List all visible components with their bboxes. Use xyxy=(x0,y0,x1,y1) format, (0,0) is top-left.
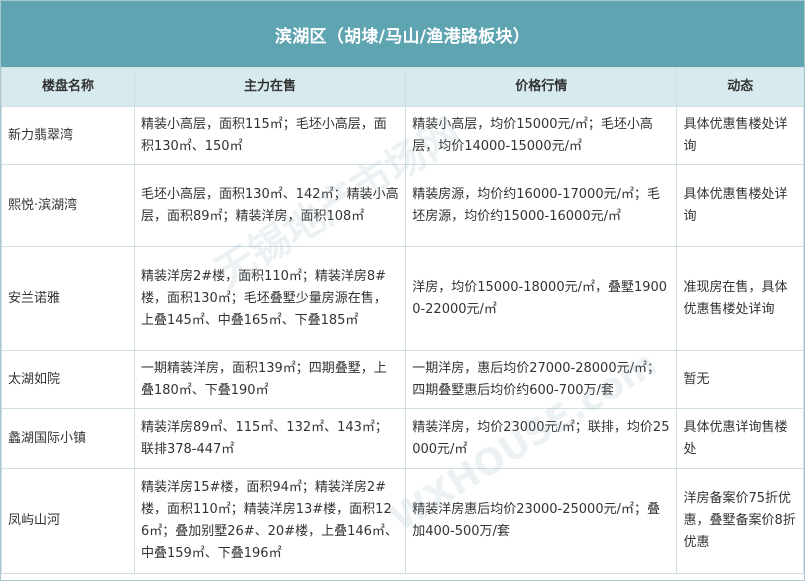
table-row: 新力翡翠湾 精装小高层，面积115㎡；毛坯小高层，面积130㎡、150㎡ 精装小… xyxy=(1,106,804,165)
cell-status: 具体优惠详询售楼处 xyxy=(676,408,804,469)
header-sale: 主力在售 xyxy=(133,67,407,107)
cell-name: 凤屿山河 xyxy=(1,468,135,574)
table-title-bar: 滨湖区（胡埭/马山/渔港路板块） xyxy=(1,1,804,67)
cell-price: 精装房源，均价约16000-17000元/㎡；毛坯房源，均价约15000-160… xyxy=(405,164,678,247)
cell-name: 太湖如院 xyxy=(1,350,135,409)
cell-status: 具体优惠售楼处详询 xyxy=(676,164,804,247)
cell-name: 蠡湖国际小镇 xyxy=(1,408,135,469)
cell-status: 暂无 xyxy=(676,350,804,409)
cell-status: 洋房备案价75折优惠，叠墅备案价8折优惠 xyxy=(676,468,804,574)
header-price: 价格行情 xyxy=(405,67,678,107)
cell-price: 一期洋房，惠后均价27000-28000元/㎡；四期叠墅惠后均价约600-700… xyxy=(405,350,678,409)
cell-name: 新力翡翠湾 xyxy=(1,106,135,165)
cell-name: 熙悦·滨湖湾 xyxy=(1,164,135,247)
cell-name: 安兰诺雅 xyxy=(1,246,135,351)
cell-sale: 精装洋房15#楼，面积94㎡；精装洋房2#楼，面积110㎡；精装洋房13#楼，面… xyxy=(133,468,407,574)
table-row: 熙悦·滨湖湾 毛坯小高层，面积130㎡、142㎡；精装小高层，面积89㎡；精装洋… xyxy=(1,164,804,247)
header-row: 楼盘名称 主力在售 价格行情 动态 xyxy=(1,67,804,107)
cell-status: 准现房在售，具体优惠售楼处详询 xyxy=(676,246,804,351)
cell-price: 精装小高层，均价15000元/㎡；毛坯小高层，均价14000-15000元/㎡ xyxy=(405,106,678,165)
cell-sale: 精装洋房89㎡、115㎡、132㎡、143㎡；联排378-447㎡ xyxy=(133,408,407,469)
cell-sale: 精装洋房2#楼，面积110㎡；精装洋房8#楼，面积130㎡；毛坯叠墅少量房源在售… xyxy=(133,246,407,351)
table-row: 凤屿山河 精装洋房15#楼，面积94㎡；精装洋房2#楼，面积110㎡；精装洋房1… xyxy=(1,468,804,574)
cell-sale: 一期精装洋房，面积139㎡；四期叠墅，上叠180㎡、下叠190㎡ xyxy=(133,350,407,409)
table-row: 蠡湖国际小镇 精装洋房89㎡、115㎡、132㎡、143㎡；联排378-447㎡… xyxy=(1,408,804,469)
table-title: 滨湖区（胡埭/马山/渔港路板块） xyxy=(274,26,531,47)
header-status: 动态 xyxy=(676,67,804,107)
cell-price: 洋房，均价15000-18000元/㎡，叠墅19000-22000元/㎡ xyxy=(405,246,678,351)
property-table: 楼盘名称 主力在售 价格行情 动态 新力翡翠湾 精装小高层，面积115㎡；毛坯小… xyxy=(1,67,804,574)
table-row: 安兰诺雅 精装洋房2#楼，面积110㎡；精装洋房8#楼，面积130㎡；毛坯叠墅少… xyxy=(1,246,804,351)
property-table-panel: 滨湖区（胡埭/马山/渔港路板块） 楼盘名称 主力在售 价格行情 动态 新力翡翠湾… xyxy=(0,0,805,581)
cell-sale: 毛坯小高层，面积130㎡、142㎡；精装小高层，面积89㎡；精装洋房，面积108… xyxy=(133,164,407,247)
header-name: 楼盘名称 xyxy=(1,67,135,107)
cell-status: 具体优惠售楼处详询 xyxy=(676,106,804,165)
cell-sale: 精装小高层，面积115㎡；毛坯小高层，面积130㎡、150㎡ xyxy=(133,106,407,165)
cell-price: 精装洋房惠后均价23000-25000元/㎡；叠加400-500万/套 xyxy=(405,468,678,574)
cell-price: 精装洋房，均价23000元/㎡；联排，均价25000元/㎡ xyxy=(405,408,678,469)
table-row: 太湖如院 一期精装洋房，面积139㎡；四期叠墅，上叠180㎡、下叠190㎡ 一期… xyxy=(1,350,804,409)
